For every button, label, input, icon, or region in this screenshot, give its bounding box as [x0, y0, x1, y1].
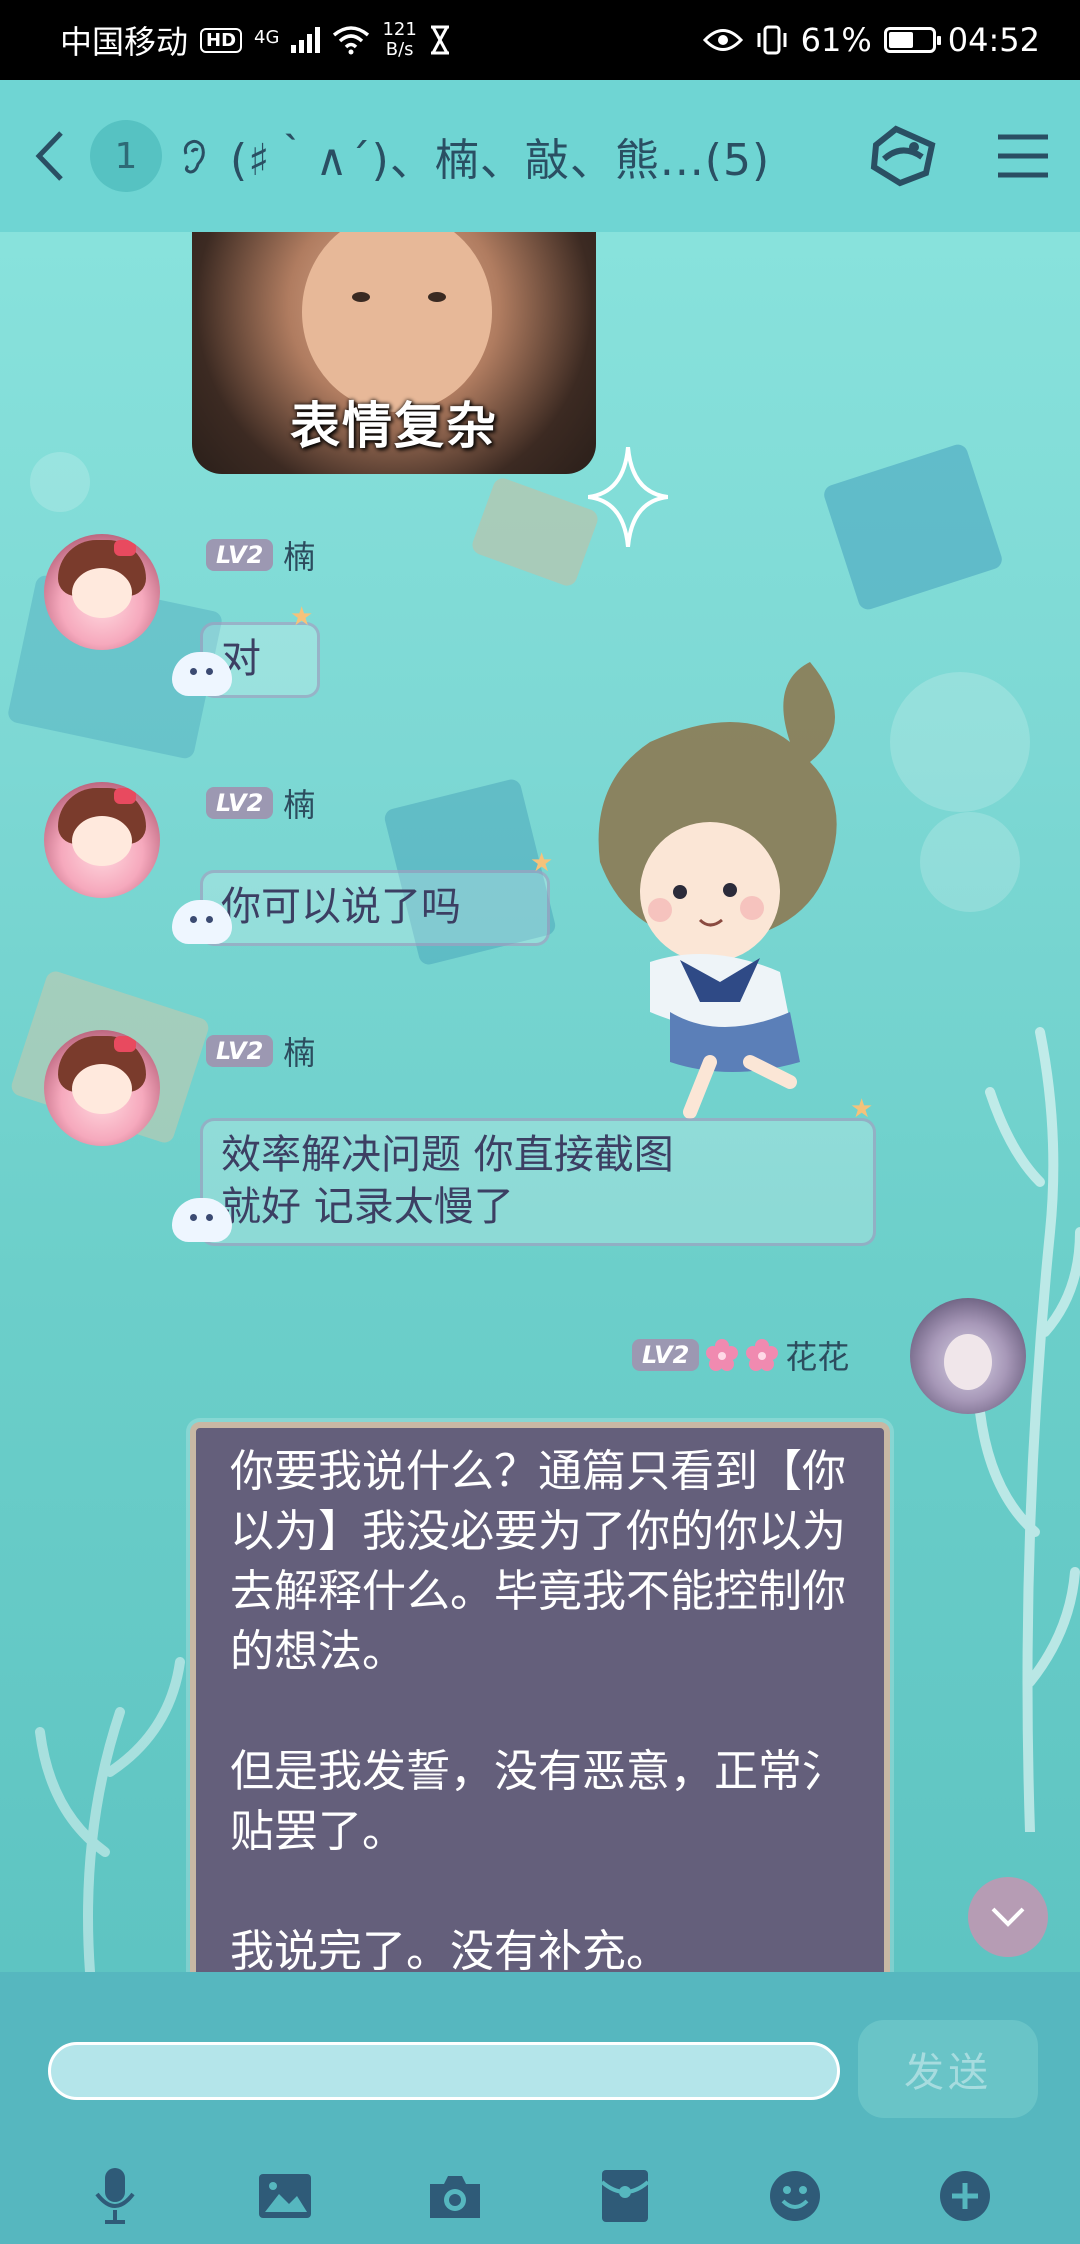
avatar-face [72, 816, 132, 866]
battery-fill [888, 32, 914, 48]
menu-icon[interactable] [996, 132, 1050, 180]
message-paragraph: 但是我发誓，没有恶意，正常氵贴罢了。 [230, 1746, 846, 1857]
status-left: 中国移动 HD 4G 121 B/s [60, 17, 451, 63]
status-bar: 中国移动 HD 4G 121 B/s 61% 04:52 [0, 0, 1080, 80]
star-icon: ★ [850, 1094, 874, 1124]
bubble-decoration [30, 452, 90, 512]
avatar[interactable] [44, 1030, 160, 1146]
send-button[interactable]: 发送 [858, 2020, 1038, 2118]
chat-header: 1 (♯｀∧´)、楠、敲、熊...(5) [0, 80, 1080, 232]
sticker-caption: 表情复杂 [290, 397, 498, 455]
clock: 04:52 [947, 21, 1040, 59]
level-badge: LV2 [206, 539, 274, 571]
message-bubble[interactable]: 效率解决问题 你直接截图 就好 记录太慢了 [200, 1118, 876, 1246]
book-decoration [469, 475, 601, 589]
bubble-decoration [890, 672, 1030, 812]
status-right: 61% 04:52 [702, 21, 1040, 59]
sender-name: 楠 [283, 1034, 316, 1072]
sender-name: 花花 [785, 1338, 850, 1376]
ghost-icon [172, 1198, 232, 1242]
battery-percent: 61% [800, 21, 872, 59]
signal-icon [291, 27, 321, 53]
input-area: 发送 [0, 1972, 1080, 2244]
avatar-bow [114, 788, 136, 804]
red-packet-icon[interactable] [595, 2166, 655, 2226]
sticker-eye [428, 292, 446, 302]
ghost-icon [172, 900, 232, 944]
ear-icon [183, 139, 205, 174]
avatar-bow [114, 1036, 136, 1052]
vibrate-icon [757, 25, 787, 55]
battery-icon [883, 27, 941, 53]
scroll-down-button[interactable] [968, 1877, 1048, 1957]
sticker-image[interactable]: 表情复杂 [192, 232, 596, 474]
network-type: 4G [254, 27, 280, 48]
message-bubble[interactable]: 你可以说了吗 [200, 870, 550, 946]
avatar-face [72, 1064, 132, 1114]
sticker-eye [352, 292, 370, 302]
carrier-name: 中国移动 [60, 23, 189, 61]
unread-count-badge[interactable]: 1 [90, 120, 162, 192]
back-icon[interactable] [30, 126, 70, 186]
my-avatar-face [944, 1334, 992, 1390]
coral-decoration [35, 1657, 185, 1972]
my-avatar[interactable] [910, 1298, 1026, 1414]
flower-icon [706, 1339, 739, 1371]
sender-line: LV2 楠 [206, 532, 315, 578]
sender-line: LV2 楠 [206, 780, 315, 826]
star-icon: ★ [290, 602, 314, 632]
message-paragraph: 你要我说什么？通篇只看到【你以为】我没必要为了你的你以为去解释什么。毕竟我不能控… [230, 1446, 846, 1677]
image-icon[interactable] [255, 2166, 315, 2226]
eye-icon [702, 29, 743, 51]
microphone-icon[interactable] [85, 2166, 145, 2226]
book-decoration [821, 442, 1005, 612]
hd-badge: HD [200, 27, 243, 53]
group-title: (♯｀∧´)、楠、敲、熊...(5) [230, 135, 771, 186]
avatar-face [72, 568, 132, 618]
tag-icon[interactable] [866, 123, 940, 189]
message-text: 你可以说了吗 [221, 884, 461, 930]
star-icon: ★ [530, 848, 554, 878]
emoji-icon[interactable] [765, 2166, 825, 2226]
avatar[interactable] [44, 782, 160, 898]
message-text-line: 就好 记录太慢了 [221, 1184, 514, 1230]
message-text-line: 效率解决问题 你直接截图 [221, 1132, 674, 1178]
level-badge: LV2 [206, 787, 274, 819]
sender-name: 楠 [283, 786, 316, 824]
message-input[interactable] [48, 2042, 840, 2100]
avatar[interactable] [44, 534, 160, 650]
girl-illustration [598, 662, 837, 1119]
speed-value: 121 [382, 19, 417, 40]
sender-name: 楠 [283, 538, 316, 576]
my-message-bubble[interactable]: 你要我说什么？通篇只看到【你以为】我没必要为了你的你以为去解释什么。毕竟我不能控… [190, 1422, 890, 1972]
plus-icon[interactable] [935, 2166, 995, 2226]
my-sender-line: LV2 花花 [632, 1332, 849, 1378]
chat-area[interactable]: 表情复杂 LV2 楠 对 ★ LV2 楠 你可以说了吗 ★ LV2 楠 效率解决… [0, 232, 1080, 1972]
sticker-face [302, 232, 492, 412]
network-speed: 121 B/s [382, 20, 416, 60]
header-actions [866, 123, 1050, 189]
camera-icon[interactable] [425, 2166, 485, 2226]
flower-icon [746, 1339, 779, 1371]
sparkle-icon [588, 447, 668, 547]
message-paragraph: 我说完了。没有补充。 [230, 1926, 670, 1972]
chevron-down-icon [991, 1907, 1025, 1927]
avatar-bow [114, 540, 136, 556]
level-badge: LV2 [206, 1035, 274, 1067]
level-badge: LV2 [632, 1339, 700, 1371]
speed-unit: B/s [385, 39, 414, 60]
wifi-icon [333, 26, 370, 55]
input-toolbar [0, 2148, 1080, 2244]
hourglass-icon [430, 25, 449, 55]
ghost-icon [172, 652, 232, 696]
sender-line: LV2 楠 [206, 1028, 315, 1074]
bubble-decoration [920, 812, 1020, 912]
